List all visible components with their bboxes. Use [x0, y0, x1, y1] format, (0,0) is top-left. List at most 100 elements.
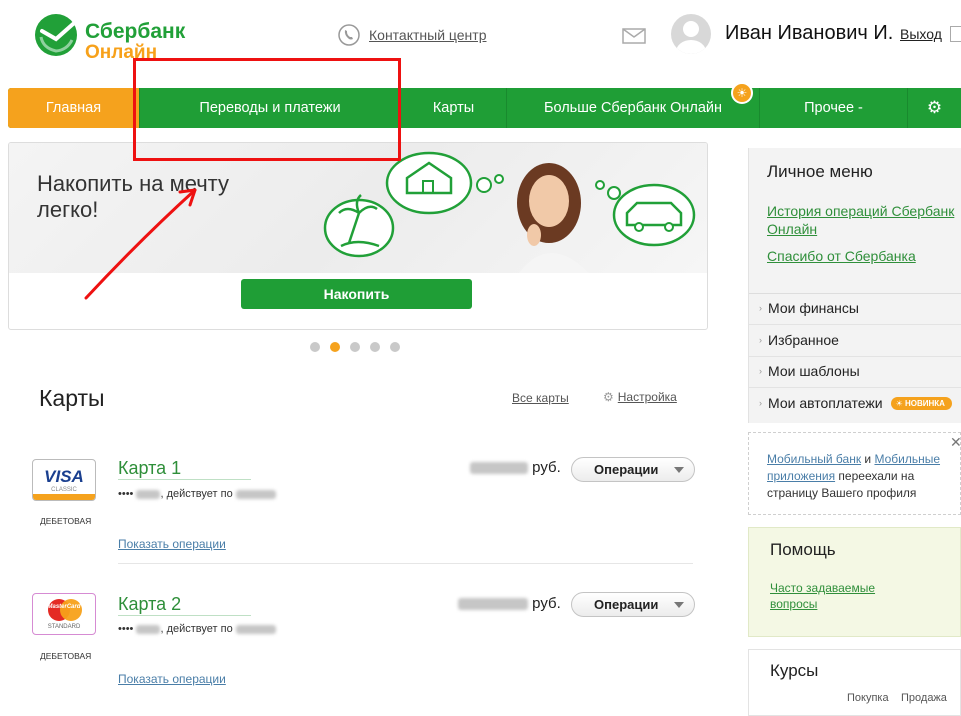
- card-number-line: •••• , действует по: [118, 488, 276, 500]
- nav-item-other[interactable]: Прочее -: [760, 88, 908, 128]
- logout-link[interactable]: Выход: [900, 26, 942, 42]
- spasibo-link[interactable]: Спасибо от Сбербанка: [767, 247, 961, 265]
- carousel-dot[interactable]: [310, 342, 320, 352]
- sidebar-item-label: Мои финансы: [768, 300, 859, 316]
- faq-link[interactable]: Часто задаваемые вопросы: [770, 580, 900, 612]
- card-operations-dropdown[interactable]: Операции: [571, 457, 695, 482]
- close-icon[interactable]: ✕: [950, 434, 961, 451]
- sidebar-item-label: Мои автоплатежи: [768, 395, 883, 411]
- card-type-label: ДЕБЕТОВАЯ: [40, 651, 92, 661]
- sidebar-divider: [749, 387, 961, 388]
- notice-conjunction: и: [861, 452, 875, 466]
- cards-section-title: Карты: [39, 385, 105, 411]
- operations-history-link[interactable]: История операций Сбербанк Онлайн: [767, 202, 961, 238]
- chevron-right-icon: ›: [759, 366, 762, 376]
- sidebar-item-my-finances[interactable]: › Мои финансы: [759, 300, 859, 316]
- card-valid-prefix: , действует по: [160, 623, 233, 635]
- nav-item-label: Прочее -: [804, 100, 863, 116]
- card-valid-prefix: , действует по: [160, 488, 233, 500]
- new-badge: ☀ НОВИНКА: [890, 396, 952, 410]
- operations-label: Операции: [594, 597, 659, 612]
- show-operations-link[interactable]: Показать операции: [118, 672, 226, 686]
- carousel-dot[interactable]: [390, 342, 400, 352]
- card-number-mask: ••••: [118, 488, 134, 500]
- nav-item-cards[interactable]: Карты: [401, 88, 507, 128]
- mobile-bank-link[interactable]: Мобильный банк: [767, 452, 861, 466]
- mobile-bank-notice-text: Мобильный банк и Мобильные приложения пе…: [767, 451, 952, 502]
- rates-sell-header: Продажа: [901, 692, 947, 704]
- carousel-dot-active[interactable]: [330, 342, 340, 352]
- blurred-card-digits: [136, 489, 161, 499]
- personal-menu: Личное меню История операций Сбербанк Он…: [748, 148, 961, 423]
- chevron-down-icon: [674, 467, 684, 473]
- exchange-rates-box: Курсы Покупка Продажа: [748, 649, 961, 716]
- currency-label: руб.: [532, 595, 561, 612]
- carousel-dots: [310, 342, 400, 352]
- new-badge-text: НОВИНКА: [904, 398, 945, 408]
- sberbank-logo[interactable]: Сбербанк Онлайн: [33, 12, 193, 63]
- operations-label: Операции: [594, 462, 659, 477]
- blurred-expiry-date: [235, 489, 276, 499]
- blurred-balance: [470, 462, 528, 475]
- banner-title: Накопить на мечту легко!: [37, 171, 229, 222]
- sidebar-item-my-templates[interactable]: › Мои шаблоны: [759, 363, 860, 379]
- sberbank-logo-icon: [35, 14, 77, 56]
- card-operations-dropdown[interactable]: Операции: [571, 592, 695, 617]
- nav-item-label: Главная: [45, 100, 102, 116]
- help-title: Помощь: [770, 540, 836, 559]
- chevron-right-icon: ›: [759, 303, 762, 313]
- visa-logo-text: VISA: [44, 467, 84, 486]
- personal-menu-divider: [749, 293, 961, 294]
- contact-center-link[interactable]: Контактный центр: [338, 24, 487, 46]
- card-name[interactable]: Карта 1: [118, 458, 252, 480]
- cards-settings-link[interactable]: ⚙ Настройка: [603, 390, 677, 404]
- show-operations-link[interactable]: Показать операции: [118, 537, 226, 551]
- user-name[interactable]: Иван Иванович И.: [725, 22, 893, 45]
- sidebar-divider: [749, 356, 961, 357]
- save-up-button[interactable]: Накопить: [241, 279, 472, 309]
- mastercard-icon: [48, 599, 82, 621]
- personal-menu-title: Личное меню: [767, 162, 873, 181]
- sidebar-item-my-autopayments[interactable]: › Мои автоплатежи ☀ НОВИНКА: [759, 395, 952, 411]
- mastercard-logo-sub: STANDARD: [47, 624, 81, 630]
- mastercard-logo-text: MasterCard: [47, 604, 81, 610]
- card-balance: руб.: [458, 595, 561, 612]
- carousel-dot[interactable]: [370, 342, 380, 352]
- currency-label: руб.: [532, 459, 561, 476]
- card-name[interactable]: Карта 2: [118, 594, 252, 616]
- annotation-highlight-box: [133, 58, 401, 161]
- carousel-dot[interactable]: [350, 342, 360, 352]
- gear-icon: ⚙: [603, 390, 614, 404]
- promo-banner[interactable]: Накопить на мечту легко! Накопить: [8, 142, 708, 330]
- blurred-card-digits: [136, 624, 161, 634]
- rates-title: Курсы: [770, 661, 819, 680]
- card-type-label: ДЕБЕТОВАЯ: [40, 516, 92, 526]
- nav-item-more-sberbank[interactable]: Больше Сбербанк Онлайн ☀: [507, 82, 760, 128]
- sidebar-item-favorites[interactable]: › Избранное: [759, 332, 839, 348]
- visa-logo-sub: CLASSIC: [51, 487, 77, 493]
- mail-icon[interactable]: [622, 28, 646, 44]
- chevron-down-icon: [674, 602, 684, 608]
- sidebar-divider: [749, 324, 961, 325]
- chevron-right-icon: ›: [759, 335, 762, 345]
- sidebar-item-label: Мои шаблоны: [768, 363, 860, 379]
- card-divider: [118, 563, 693, 564]
- card-number-line: •••• , действует по: [118, 623, 276, 635]
- help-box: Помощь Часто задаваемые вопросы: [748, 527, 961, 637]
- gear-icon: ⚙: [926, 98, 943, 117]
- nav-item-home[interactable]: Главная: [8, 88, 140, 128]
- nav-settings[interactable]: ⚙: [908, 88, 961, 128]
- rates-buy-header: Покупка: [847, 692, 889, 704]
- visa-card-logo[interactable]: VISA CLASSIC: [32, 459, 96, 501]
- card-balance: руб.: [470, 459, 561, 476]
- banner-illustration: [323, 151, 696, 273]
- all-cards-link[interactable]: Все карты: [512, 391, 569, 405]
- blurred-expiry-date: [235, 624, 276, 634]
- contact-center-text[interactable]: Контактный центр: [369, 27, 487, 43]
- avatar[interactable]: [671, 14, 711, 54]
- logout-icon[interactable]: [950, 26, 961, 42]
- logo-text-sberbank: Сбербанк: [85, 20, 186, 43]
- sun-badge-icon: ☀: [731, 82, 753, 104]
- phone-icon: [338, 24, 360, 46]
- mastercard-card-logo[interactable]: MasterCard STANDARD: [32, 593, 96, 635]
